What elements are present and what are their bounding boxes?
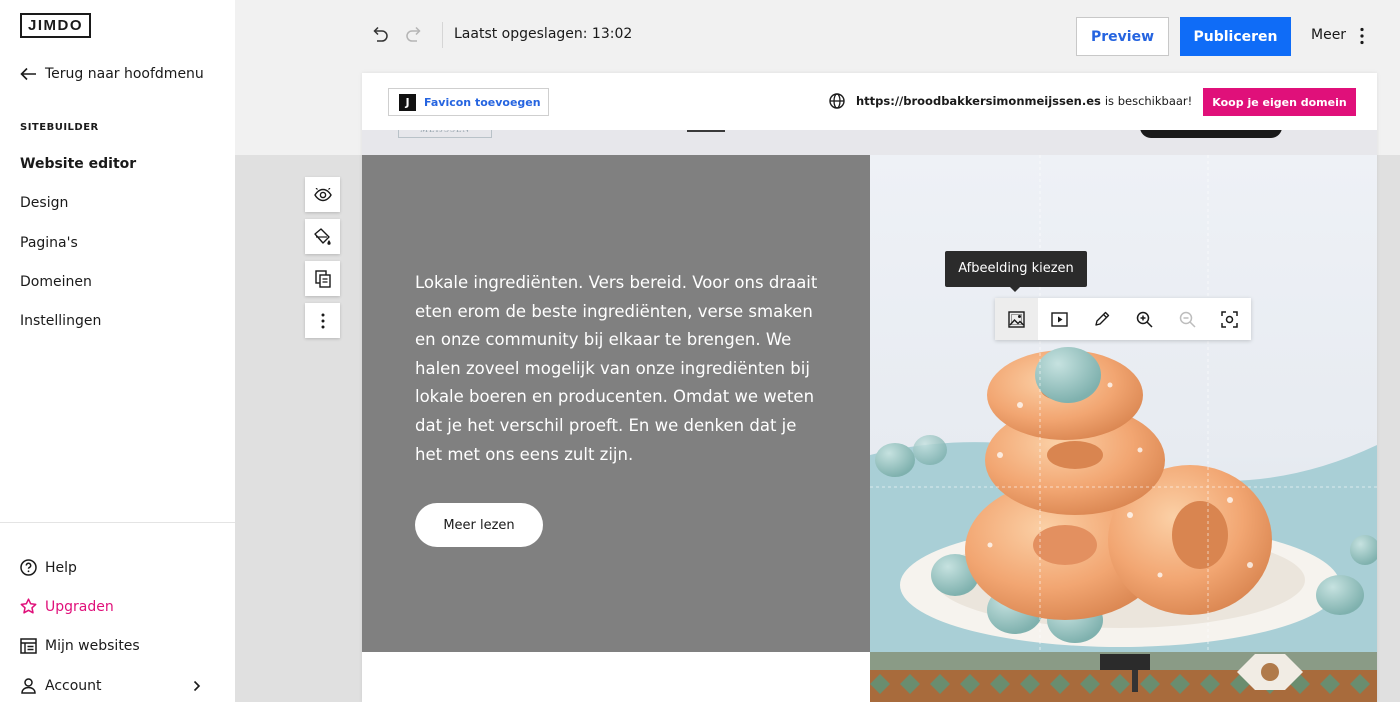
image-icon	[1008, 310, 1025, 328]
eye-icon	[313, 187, 332, 201]
edit-image-button[interactable]	[1080, 298, 1123, 340]
sidebar-nav: Website editor Design Pagina's Domeinen …	[20, 154, 136, 350]
star-icon	[20, 598, 37, 614]
sidebar-bottom-nav: Help Upgraden Mijn websites Account	[20, 548, 215, 702]
arrow-left-icon	[20, 67, 36, 81]
chevron-right-icon	[193, 680, 201, 691]
kebab-menu-icon[interactable]	[1356, 26, 1368, 46]
buy-domain-button[interactable]: Koop je eigen domein	[1203, 88, 1356, 116]
websites-list-icon	[20, 638, 37, 654]
building-photo	[870, 652, 1377, 702]
section-tools	[305, 177, 340, 345]
favicon-logo: J	[399, 93, 416, 111]
more-menu-button[interactable]: Meer	[1311, 27, 1346, 43]
sidebar-item-upgrade[interactable]: Upgraden	[20, 587, 215, 626]
sidebar-item-account[interactable]: Account	[20, 666, 215, 702]
site-header: MEIJSSEN	[362, 130, 1377, 155]
section-duplicate-button[interactable]	[305, 261, 340, 296]
section-more-button[interactable]	[305, 303, 340, 338]
website-preview: J Favicon toevoegen https://broodbakkers…	[362, 73, 1377, 702]
section-body-text[interactable]: Lokale ingrediënten. Vers bereid. Voor o…	[415, 269, 825, 469]
user-icon	[21, 678, 36, 694]
section-label: SITEBUILDER	[20, 122, 99, 133]
site-logo[interactable]: MEIJSSEN	[398, 130, 492, 138]
text-section[interactable]: Lokale ingrediënten. Vers bereid. Voor o…	[362, 155, 870, 652]
account-label: Account	[45, 677, 102, 694]
focus-icon	[1221, 310, 1238, 328]
section-visibility-button[interactable]	[305, 177, 340, 212]
add-favicon-button[interactable]: J Favicon toevoegen	[388, 88, 549, 116]
add-favicon-label: Favicon toevoegen	[424, 95, 541, 109]
last-saved-status: Laatst opgeslagen: 13:02	[454, 26, 633, 42]
focus-point-button[interactable]	[1208, 298, 1251, 340]
choose-image-tooltip: Afbeelding kiezen	[945, 251, 1087, 292]
domain-banner: J Favicon toevoegen https://broodbakkers…	[362, 73, 1377, 130]
redo-icon[interactable]	[405, 25, 423, 42]
video-icon	[1050, 311, 1068, 327]
sidebar-item-design[interactable]: Design	[20, 193, 136, 232]
pencil-icon	[1094, 311, 1109, 326]
domain-url: https://broodbakkersimonmeijssen.es	[856, 94, 1101, 108]
help-icon	[20, 559, 37, 576]
donuts-photo	[870, 155, 1377, 652]
websites-label: Mijn websites	[45, 638, 140, 655]
section-style-button[interactable]	[305, 219, 340, 254]
paint-bucket-icon	[314, 227, 331, 245]
kebab-menu-icon	[321, 313, 324, 328]
sidebar-item-paginas[interactable]: Pagina's	[20, 233, 136, 272]
copy-icon	[314, 269, 331, 288]
sidebar-item-website-editor[interactable]: Website editor	[20, 154, 136, 193]
sidebar-item-my-websites[interactable]: Mijn websites	[20, 627, 215, 666]
choose-image-button[interactable]	[995, 298, 1038, 340]
read-more-button[interactable]: Meer lezen	[415, 503, 543, 547]
image-toolbar	[995, 298, 1251, 340]
help-label: Help	[45, 559, 77, 576]
back-to-main-menu-link[interactable]: Terug naar hoofdmenu	[20, 66, 204, 82]
domain-availability: https://broodbakkersimonmeijssen.es is b…	[829, 93, 1192, 109]
publish-button[interactable]: Publiceren	[1180, 17, 1291, 56]
upgrade-label: Upgraden	[45, 598, 114, 615]
site-header-cta[interactable]	[1140, 130, 1282, 138]
zoom-in-icon	[1136, 311, 1153, 328]
zoom-out-icon	[1179, 311, 1196, 328]
sidebar-divider	[0, 522, 235, 523]
jimdo-logo[interactable]: JIMDO	[20, 13, 91, 38]
site-nav-active-indicator	[687, 130, 725, 132]
sidebar-item-help[interactable]: Help	[20, 548, 215, 587]
undo-icon[interactable]	[371, 25, 389, 42]
add-video-button[interactable]	[1038, 298, 1081, 340]
globe-icon	[829, 93, 845, 109]
domain-status: is beschikbaar!	[1104, 94, 1193, 108]
sidebar-item-domeinen[interactable]: Domeinen	[20, 272, 136, 311]
zoom-in-button[interactable]	[1123, 298, 1166, 340]
donut-image[interactable]	[870, 155, 1377, 652]
toolbar-divider	[442, 22, 443, 48]
sidebar: JIMDO Terug naar hoofdmenu SITEBUILDER W…	[0, 0, 235, 702]
preview-button[interactable]: Preview	[1076, 17, 1169, 56]
next-section-image[interactable]	[870, 652, 1377, 702]
zoom-out-button[interactable]	[1166, 298, 1209, 340]
sidebar-item-instellingen[interactable]: Instellingen	[20, 311, 136, 350]
back-label: Terug naar hoofdmenu	[45, 66, 204, 82]
